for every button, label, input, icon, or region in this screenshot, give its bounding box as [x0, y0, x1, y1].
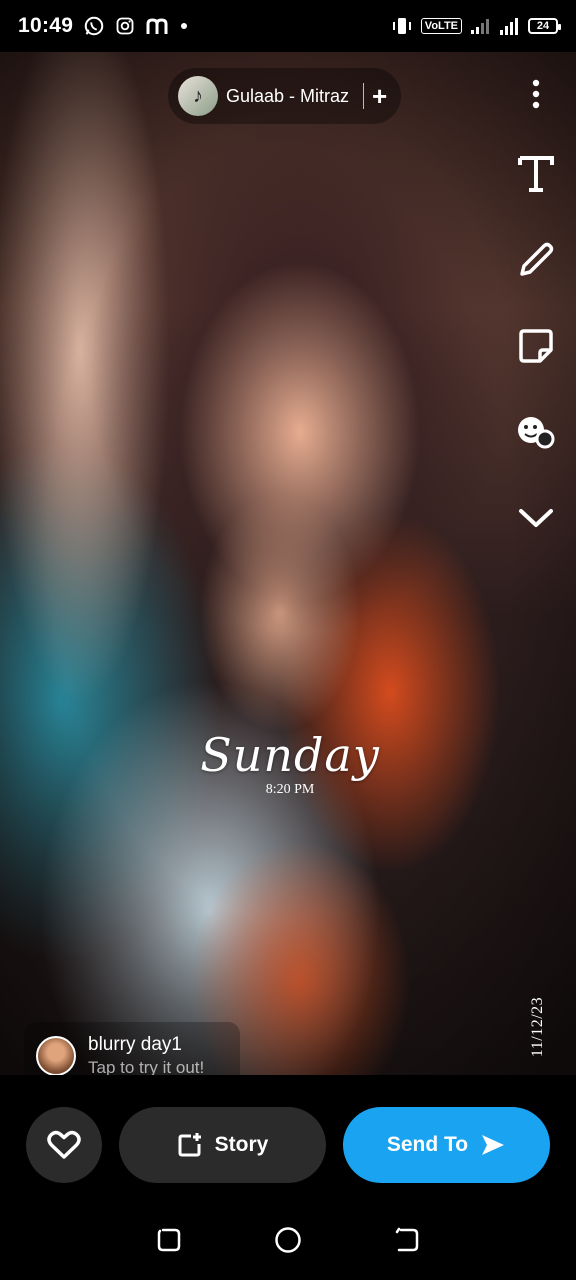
chevron-down-icon[interactable]	[514, 496, 558, 540]
instagram-icon	[115, 16, 135, 36]
send-to-button[interactable]: Send To	[343, 1107, 550, 1183]
lens-icon[interactable]	[514, 410, 558, 454]
date-stamp-text: 11/12/23	[529, 996, 546, 1058]
home-icon[interactable]	[268, 1220, 308, 1260]
vibrate-icon	[391, 16, 413, 36]
music-title: Gulaab - Mitraz	[226, 85, 350, 106]
music-chip[interactable]: ♪ Gulaab - Mitraz +	[168, 68, 402, 124]
volte-badge: VoLTE	[420, 18, 462, 34]
music-separator	[363, 83, 365, 109]
signal-4g-icon	[498, 16, 520, 36]
day-sticker-time: 8:20 PM	[265, 782, 315, 797]
photo-vignette	[0, 52, 576, 1075]
favorite-button[interactable]	[26, 1107, 102, 1183]
system-nav-bar	[0, 1200, 576, 1280]
lens-avatar	[36, 1036, 76, 1076]
status-time: 10:49	[18, 14, 74, 37]
add-story-icon	[178, 1133, 201, 1157]
lens-name: blurry day1	[88, 1034, 182, 1055]
add-music-button[interactable]: +	[372, 83, 387, 109]
sticker-icon[interactable]	[514, 324, 558, 368]
system-status: VoLTE 24	[391, 16, 561, 36]
send-arrow-icon	[482, 1135, 505, 1155]
story-button-label: Story	[214, 1133, 269, 1156]
day-sticker[interactable]: Sunday 8:20 PM	[180, 732, 400, 798]
date-stamp: 11/12/23	[528, 987, 548, 1067]
snap-photo[interactable]: Sunday 8:20 PM 11/12/23	[0, 52, 576, 1075]
battery-indicator: 24	[528, 18, 561, 34]
music-note-icon: ♪	[178, 76, 218, 116]
lens-text: blurry day1 Tap to try it out!	[88, 1034, 204, 1078]
notification-icons	[83, 15, 189, 37]
day-sticker-text: Sunday	[200, 728, 380, 782]
action-bar: Story Send To	[0, 1075, 576, 1200]
heart-icon	[47, 1130, 81, 1159]
m-app-icon	[145, 16, 169, 36]
signal-icon	[470, 17, 490, 35]
dot-icon	[179, 21, 189, 31]
text-icon[interactable]	[514, 152, 558, 196]
status-bar: 10:49 VoLTE 24	[0, 0, 576, 52]
whatsapp-icon	[83, 15, 105, 37]
more-icon[interactable]	[514, 76, 558, 112]
back-icon[interactable]	[387, 1220, 427, 1260]
editing-toolbar	[510, 76, 562, 582]
pencil-icon[interactable]	[514, 238, 558, 282]
story-button[interactable]: Story	[119, 1107, 326, 1183]
send-to-button-label: Send To	[386, 1133, 469, 1156]
recent-apps-icon[interactable]	[149, 1220, 189, 1260]
